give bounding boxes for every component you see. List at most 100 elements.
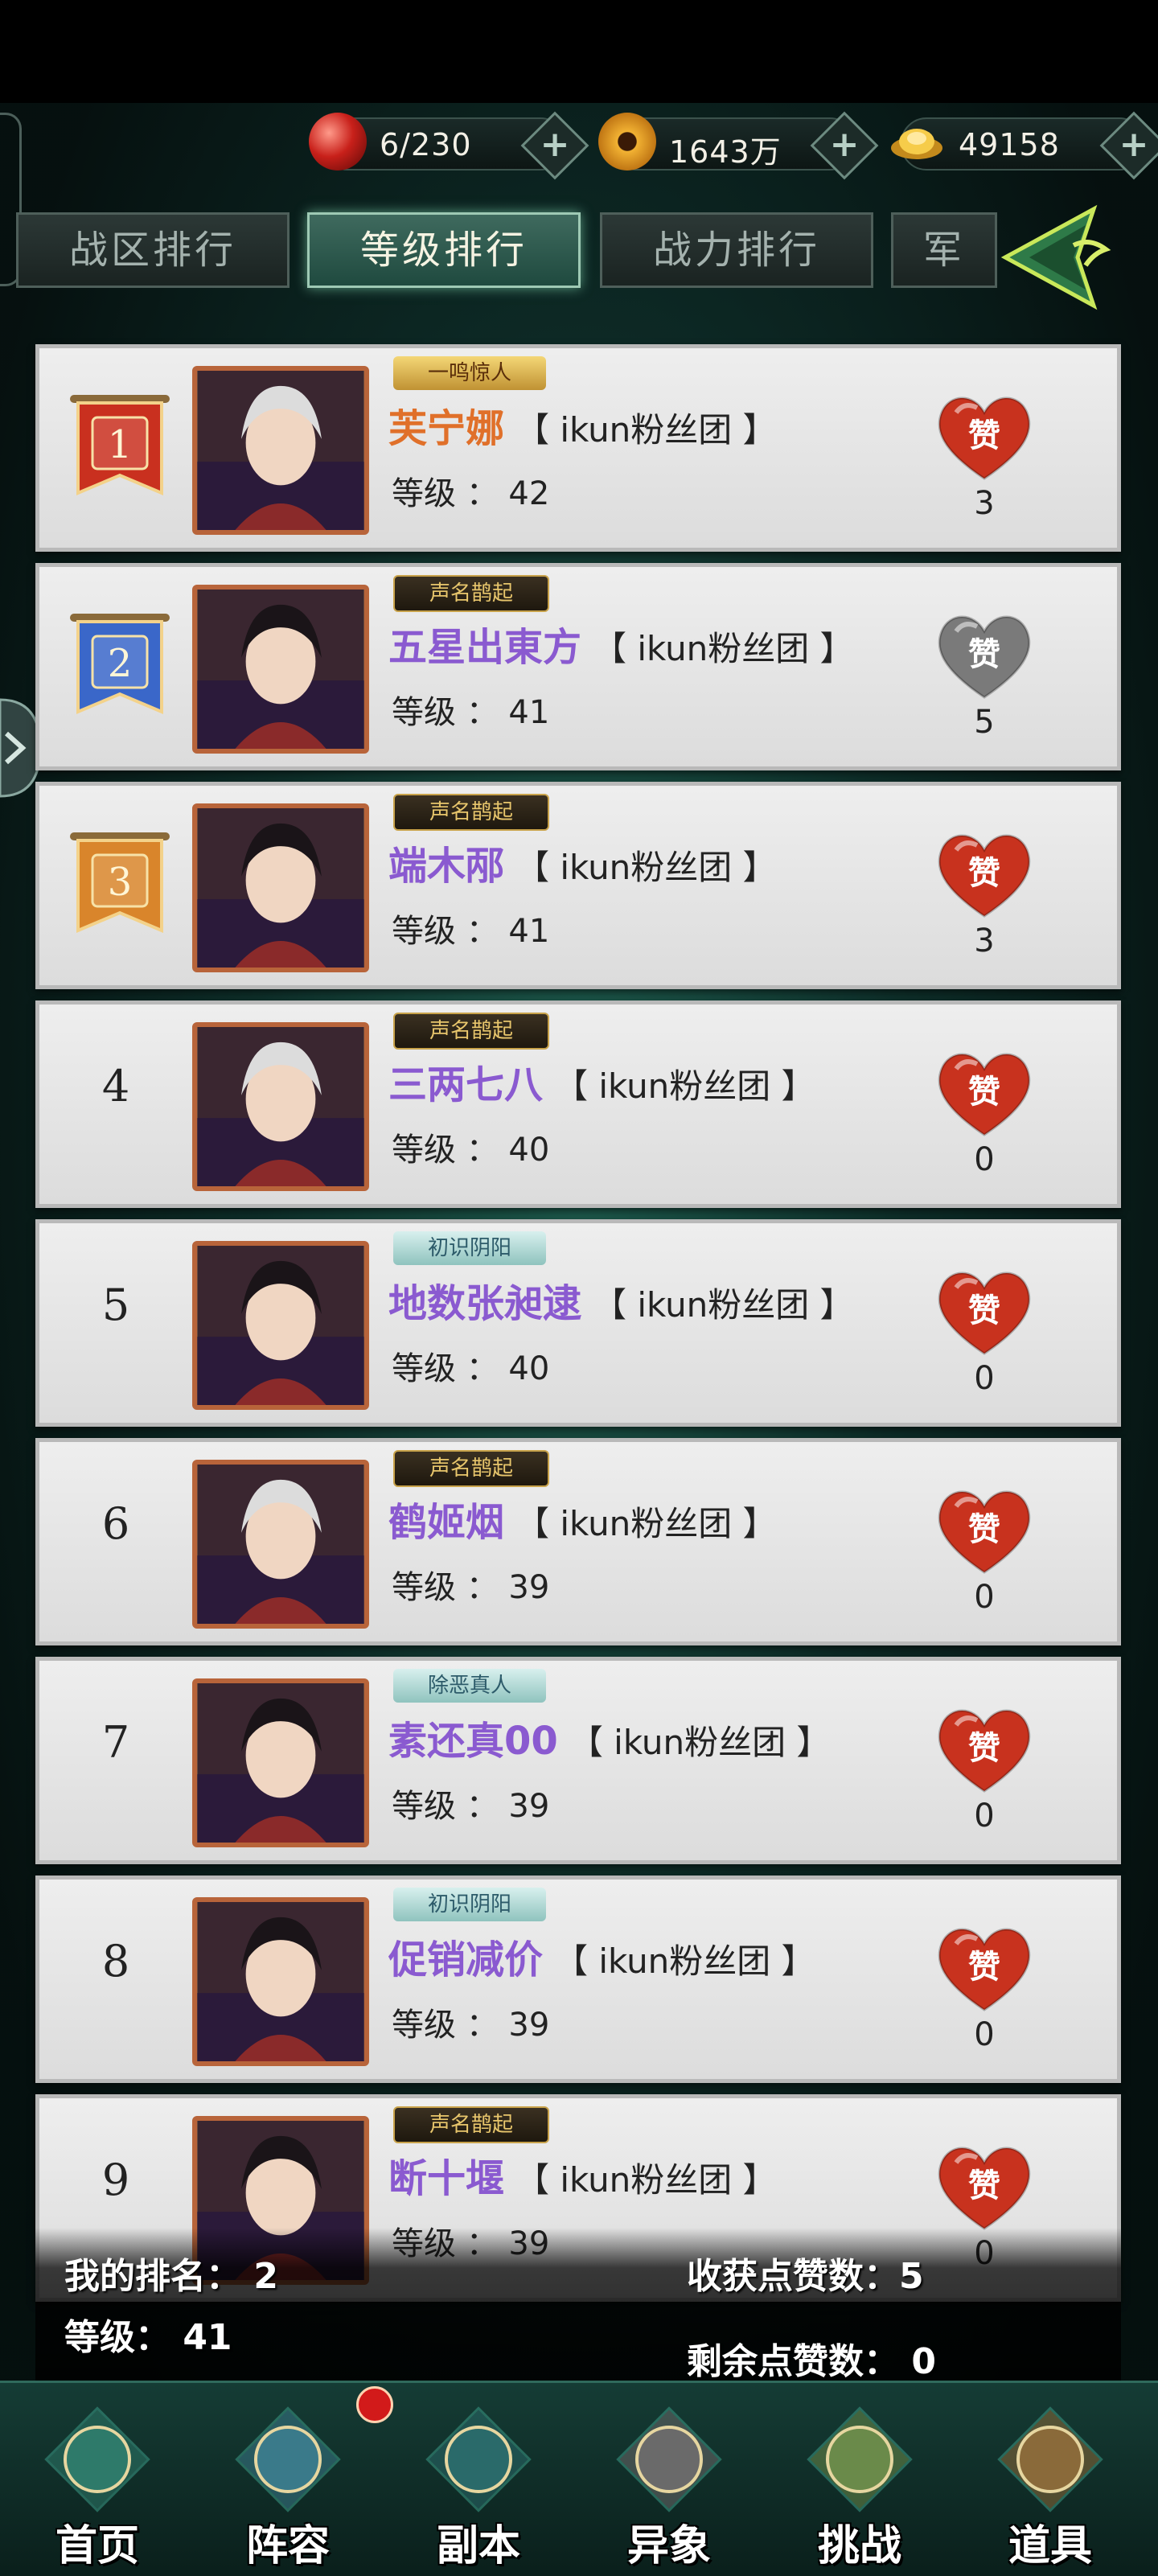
nav-label: 阵容 xyxy=(245,2522,330,2570)
resource-stamina: 6/230 + xyxy=(309,111,589,180)
rank-banner-icon: 1 xyxy=(70,395,170,496)
guild-name: 【 ikun粉丝团 】 xyxy=(515,848,777,887)
nav-item[interactable]: 副本 xyxy=(386,2383,571,2576)
status-bar-area xyxy=(0,0,1158,103)
player-avatar[interactable] xyxy=(192,585,369,754)
team-scroll-icon xyxy=(235,2406,341,2512)
player-avatar[interactable] xyxy=(192,1897,369,2066)
my-rank: 我的排名： 2 xyxy=(64,2256,278,2297)
rank-banner-icon: 3 xyxy=(70,832,170,934)
nav-item[interactable]: 首页 xyxy=(5,2383,190,2576)
resource-ingots: 49158 + xyxy=(891,111,1158,180)
ranking-row[interactable]: 7 除恶真人 素还真00 【 ikun粉丝团 】 等级 ： 39 赞 0 xyxy=(35,1657,1121,1864)
ranking-row[interactable]: 1 一鸣惊人 芙宁娜【 ikun粉丝团 】 等级 ： 42 赞 3 xyxy=(35,344,1121,552)
player-name: 促销减价 xyxy=(388,1937,544,1982)
like-count: 3 xyxy=(974,922,995,959)
ranking-tabs: 战区排行 等级排行 战力排行 军 xyxy=(16,206,997,294)
like-heart-icon[interactable]: 赞 xyxy=(932,826,1037,922)
player-name-line: 鹤姬烟【 ikun粉丝团 】 xyxy=(388,1490,777,1547)
player-level: 等级 ： 40 xyxy=(392,1350,550,1387)
player-avatar[interactable] xyxy=(192,1022,369,1191)
like-heart-icon[interactable]: 赞 xyxy=(932,1920,1037,2016)
player-name: 素还真00 xyxy=(388,1719,558,1764)
player-level: 等级 ： 42 xyxy=(392,475,550,512)
guild-name: 【 ikun粉丝团 】 xyxy=(593,1285,854,1325)
guild-name: 【 ikun粉丝团 】 xyxy=(593,629,854,668)
ranking-row[interactable]: 8 初识阴阳 促销减价【 ikun粉丝团 】 等级 ： 39 赞 0 xyxy=(35,1876,1121,2083)
ranking-row[interactable]: 5 初识阴阳 地数张昶逮【 ikun粉丝团 】 等级 ： 40 赞 0 xyxy=(35,1219,1121,1427)
like-heart-icon[interactable]: 赞 xyxy=(932,2138,1037,2235)
ranking-row[interactable]: 3 声名鹊起 端木邴【 ikun粉丝团 】 等级 ： 41 赞 3 xyxy=(35,782,1121,989)
player-name-line: 断十堰【 ikun粉丝团 】 xyxy=(388,2147,777,2203)
guild-name: 【 ikun粉丝团 】 xyxy=(569,1723,831,1762)
like-label: 赞 xyxy=(968,1074,1000,1111)
rank-number: 4 xyxy=(101,1061,130,1111)
title-badge: 声名鹊起 xyxy=(393,575,549,612)
rank-number: 1 xyxy=(108,422,133,467)
guild-name: 【 ikun粉丝团 】 xyxy=(515,410,777,450)
like-heart-icon[interactable]: 赞 xyxy=(932,388,1037,485)
player-name-line: 三两七八【 ikun粉丝团 】 xyxy=(388,1053,815,1109)
player-name: 五星出東方 xyxy=(388,625,582,670)
like-label: 赞 xyxy=(968,1511,1000,1548)
player-name: 端木邴 xyxy=(388,844,505,889)
resource-value: 6/230 xyxy=(380,127,472,162)
tab-army-ranking[interactable]: 军 xyxy=(891,212,997,288)
like-count: 0 xyxy=(974,1797,995,1834)
rank-banner-icon: 2 xyxy=(70,614,170,715)
player-avatar[interactable] xyxy=(192,1460,369,1629)
like-heart-icon[interactable]: 赞 xyxy=(932,1482,1037,1579)
nav-item[interactable]: 阵容 xyxy=(195,2383,393,2576)
player-avatar[interactable] xyxy=(192,1678,369,1847)
guild-name: 【 ikun粉丝团 】 xyxy=(554,1941,815,1981)
nav-item[interactable]: 道具 xyxy=(958,2383,1143,2576)
nav-label: 首页 xyxy=(55,2522,139,2570)
ranking-row[interactable]: 6 声名鹊起 鹤姬烟【 ikun粉丝团 】 等级 ： 39 赞 0 xyxy=(35,1438,1121,1645)
add-stamina-button[interactable]: + xyxy=(520,111,589,180)
bottom-nav: 首页 阵容 副本 异象 挑战 道具 xyxy=(0,2381,1158,2576)
player-name: 三两七八 xyxy=(388,1062,544,1107)
player-name: 芙宁娜 xyxy=(388,406,505,451)
nav-item[interactable]: 挑战 xyxy=(767,2383,952,2576)
like-count: 3 xyxy=(974,485,995,522)
player-name-line: 素还真00 【 ikun粉丝团 】 xyxy=(388,1709,830,1765)
add-ingots-button[interactable]: + xyxy=(1099,111,1158,180)
like-heart-icon[interactable]: 赞 xyxy=(932,1263,1037,1360)
gold-coin-icon xyxy=(598,113,656,171)
back-arrow-icon[interactable] xyxy=(997,201,1134,314)
player-name: 地数张昶逮 xyxy=(388,1281,582,1326)
like-label: 赞 xyxy=(968,1949,1000,1986)
map-scroll-icon xyxy=(807,2406,913,2512)
nav-label: 副本 xyxy=(436,2522,520,2570)
rank-number: 5 xyxy=(101,1280,130,1330)
player-avatar[interactable] xyxy=(192,1241,369,1410)
title-badge: 除恶真人 xyxy=(393,1669,546,1703)
player-name-line: 端木邴【 ikun粉丝团 】 xyxy=(388,834,777,890)
add-coins-button[interactable]: + xyxy=(810,111,879,180)
like-label: 赞 xyxy=(968,2167,1000,2204)
like-heart-icon[interactable]: 赞 xyxy=(932,1701,1037,1797)
like-heart-icon[interactable]: 赞 xyxy=(932,607,1037,704)
red-orb-icon xyxy=(309,113,367,171)
crossed-swords-icon xyxy=(616,2406,722,2512)
rank-number: 2 xyxy=(108,641,133,686)
tab-level-ranking[interactable]: 等级排行 xyxy=(307,212,581,288)
resource-bar: 6/230 + 1643万 + 49158 + xyxy=(0,111,1158,180)
player-name: 断十堰 xyxy=(388,2156,505,2201)
nav-label: 异象 xyxy=(626,2522,711,2570)
ranking-row[interactable]: 4 声名鹊起 三两七八【 ikun粉丝团 】 等级 ： 40 赞 0 xyxy=(35,1000,1121,1208)
like-count: 0 xyxy=(974,1579,995,1616)
tab-zone-ranking[interactable]: 战区排行 xyxy=(16,212,290,288)
player-level: 等级 ： 40 xyxy=(392,1132,550,1169)
player-avatar[interactable] xyxy=(192,366,369,535)
nav-item[interactable]: 异象 xyxy=(577,2383,762,2576)
like-count: 0 xyxy=(974,2016,995,2053)
like-count: 5 xyxy=(974,704,995,741)
player-name-line: 促销减价【 ikun粉丝团 】 xyxy=(388,1928,815,1984)
tab-power-ranking[interactable]: 战力排行 xyxy=(600,212,873,288)
ranking-row[interactable]: 2 声名鹊起 五星出東方【 ikun粉丝团 】 等级 ： 41 赞 5 xyxy=(35,563,1121,770)
resource-value: 49158 xyxy=(959,127,1060,162)
like-heart-icon[interactable]: 赞 xyxy=(932,1045,1037,1141)
player-avatar[interactable] xyxy=(192,803,369,972)
like-label: 赞 xyxy=(968,1292,1000,1329)
